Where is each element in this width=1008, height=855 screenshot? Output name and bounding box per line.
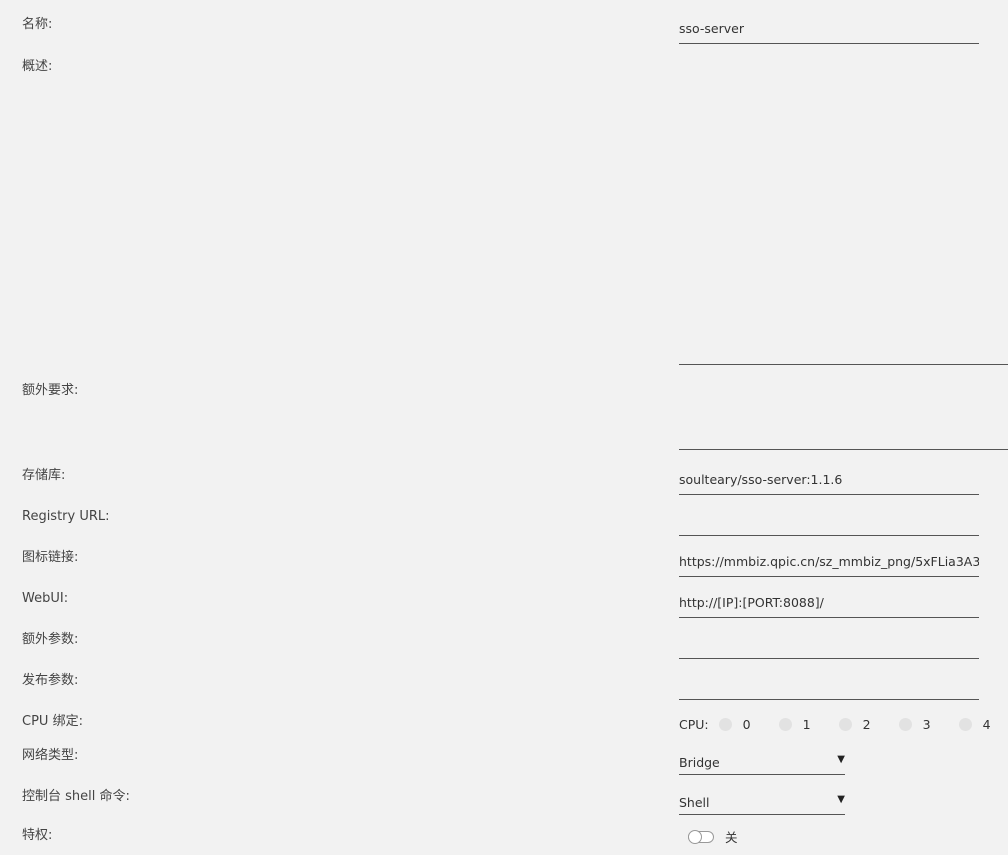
console-shell-value: Shell — [679, 795, 710, 810]
cpu-radio-2[interactable] — [838, 717, 852, 731]
privileged-state-label: 关 — [725, 830, 738, 845]
cpu-option-label: 0 — [742, 716, 751, 732]
name-label: 名称: — [22, 17, 53, 32]
chevron-down-icon: ▼ — [837, 794, 845, 805]
toggle-knob — [688, 829, 702, 844]
console-shell-label: 控制台 shell 命令: — [22, 789, 130, 804]
cpu-option-label: 3 — [922, 716, 931, 732]
cpu-radio-4[interactable] — [958, 717, 972, 731]
privileged-toggle-group: 关 — [688, 827, 738, 846]
post-args-input[interactable] — [679, 674, 979, 700]
webui-label: WebUI: — [22, 591, 69, 606]
extra-params-input[interactable] — [679, 633, 979, 659]
cpu-option-3[interactable]: 3 — [898, 716, 959, 732]
name-input[interactable]: sso-server — [679, 18, 979, 44]
registry-url-input[interactable] — [679, 510, 979, 536]
requirements-textarea[interactable] — [679, 370, 1008, 450]
privileged-label: 特权: — [22, 828, 53, 843]
cpu-option-1[interactable]: 1 — [778, 716, 839, 732]
cpu-option-0[interactable]: 0 — [718, 716, 779, 732]
extra-params-label: 额外参数: — [22, 632, 79, 647]
console-shell-select[interactable]: Shell ▼ — [679, 789, 845, 815]
network-type-label: 网络类型: — [22, 748, 79, 763]
cpu-radio-1[interactable] — [778, 717, 792, 731]
cpu-option-label: 4 — [982, 716, 991, 732]
description-label: 概述: — [22, 59, 53, 74]
cpu-radio-0[interactable] — [718, 717, 732, 731]
container-settings-form: 名称: sso-server 概述: 额外要求: 存储库: soulteary/… — [0, 0, 1008, 855]
network-type-select[interactable]: Bridge ▼ — [679, 749, 845, 775]
privileged-toggle[interactable] — [688, 829, 714, 844]
webui-input[interactable]: http://[IP]:[PORT:8088]/ — [679, 592, 979, 618]
description-textarea[interactable] — [679, 58, 1008, 365]
cpu-option-label: 2 — [862, 716, 871, 732]
cpu-option-2[interactable]: 2 — [838, 716, 899, 732]
icon-url-label: 图标链接: — [22, 550, 79, 565]
cpu-pinning-group: CPU: 0 1 2 3 4 — [679, 715, 991, 733]
icon-url-input[interactable]: https://mmbiz.qpic.cn/sz_mmbiz_png/5xFLi… — [679, 551, 979, 577]
post-args-label: 发布参数: — [22, 673, 79, 688]
requirements-label: 额外要求: — [22, 383, 79, 398]
chevron-down-icon: ▼ — [837, 754, 845, 765]
network-type-value: Bridge — [679, 755, 720, 770]
cpu-radio-3[interactable] — [898, 717, 912, 731]
cpu-pinning-label: CPU 绑定: — [22, 714, 83, 729]
cpu-title: CPU: — [679, 716, 709, 732]
cpu-option-label: 1 — [802, 716, 811, 732]
registry-url-label: Registry URL: — [22, 509, 110, 524]
repository-label: 存储库: — [22, 468, 66, 483]
cpu-option-4[interactable]: 4 — [958, 716, 991, 732]
repository-input[interactable]: soulteary/sso-server:1.1.6 — [679, 469, 979, 495]
